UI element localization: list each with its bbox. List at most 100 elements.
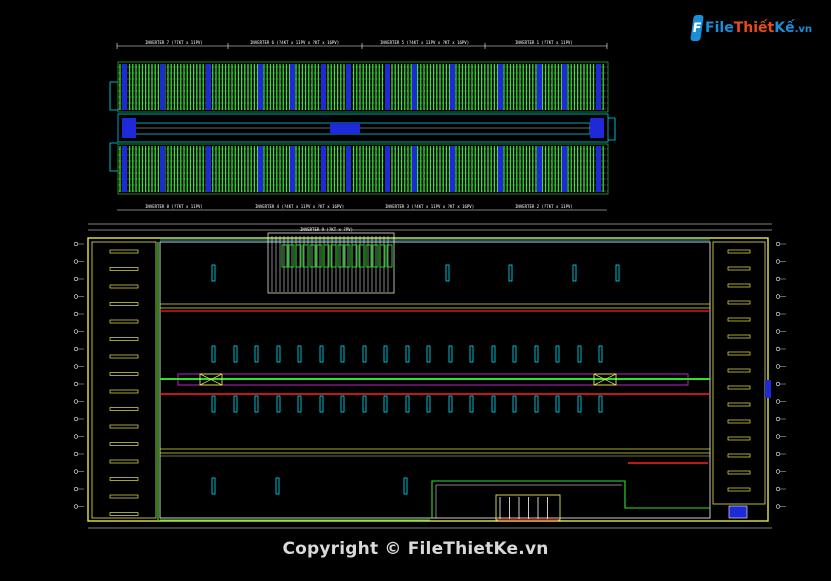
grid-bubble	[73, 416, 79, 422]
bay-marker	[109, 354, 139, 359]
inverter-panel	[281, 244, 288, 268]
bay-marker	[727, 300, 751, 305]
bay-marker	[109, 494, 139, 499]
grid-bubble	[73, 434, 79, 439]
grid-bubble	[73, 486, 79, 492]
grid-bubble	[775, 486, 781, 492]
light-fixture	[319, 345, 324, 363]
grid-bubble	[775, 381, 781, 387]
grid-bubble	[775, 241, 781, 247]
light-fixture	[276, 345, 281, 363]
grid-bubble	[775, 451, 781, 457]
bay-marker	[727, 419, 751, 424]
light-fixture	[469, 395, 474, 413]
inverter-combiner	[258, 146, 263, 192]
light-fixture	[275, 477, 280, 495]
grid-bubble	[775, 346, 781, 352]
light-fixture	[211, 477, 216, 495]
light-fixture	[445, 264, 450, 282]
light-fixture	[254, 345, 259, 363]
bay-marker	[727, 402, 751, 407]
annex-bars	[499, 497, 548, 519]
grid-bubble	[775, 469, 781, 474]
grid-bubble	[73, 469, 79, 474]
bay-marker	[727, 351, 751, 356]
inverter-label-top-1: INVERTER 7 (?7KT x 11PV)	[145, 40, 203, 45]
light-fixture	[362, 395, 367, 413]
bay-marker	[109, 372, 139, 376]
light-fixture	[319, 395, 324, 413]
inverter-9-array	[271, 236, 393, 292]
logo-name-a: Thiết	[733, 20, 775, 36]
light-fixture	[555, 395, 560, 413]
inverter-combiner	[321, 64, 326, 110]
grid-bubble	[775, 294, 781, 299]
light-fixture	[598, 345, 603, 363]
light-fixture	[555, 345, 560, 363]
grid-bubble	[73, 364, 79, 369]
bay-marker	[727, 334, 751, 339]
inverter-label-bottom-3: INVERTER 3 (?4KT x 11PV x ?KT x 16PV)	[385, 204, 474, 209]
inverter-label-top-2: INVERTER 6 (?4KT x 11PV x ?KT x 16PV)	[250, 40, 339, 45]
light-fixture	[469, 345, 474, 363]
logo-badge-icon: F	[690, 15, 704, 41]
inverter-label-bottom-2: INVERTER 4 (?4KT x 11PV x ?KT x 16PV)	[255, 204, 344, 209]
light-fixture	[512, 395, 517, 413]
grid-bubble	[73, 294, 79, 299]
bay-marker	[727, 487, 751, 492]
light-fixture	[340, 345, 345, 363]
bay-marker	[109, 442, 139, 446]
pv-module-block-lower	[117, 143, 609, 195]
inverter-combiner	[321, 146, 326, 192]
inverter-combiner	[450, 64, 455, 110]
bay-marker	[727, 453, 751, 458]
bay-marker	[727, 470, 751, 475]
inverter-panel	[316, 244, 323, 268]
inverter-combiner	[346, 64, 351, 110]
grid-bubble	[73, 346, 79, 352]
bay-marker	[727, 368, 751, 373]
bay-marker	[727, 385, 751, 390]
inverter-combiner	[562, 64, 567, 110]
inverter-combiner	[160, 146, 165, 192]
light-fixture	[405, 345, 410, 363]
bay-marker	[109, 407, 139, 411]
bay-marker	[109, 459, 139, 464]
grid-bubble	[73, 381, 79, 387]
grid-bubble	[775, 259, 781, 264]
light-fixture	[426, 395, 431, 413]
bay-marker	[109, 249, 139, 254]
inverter-combiner	[537, 64, 542, 110]
bay-marker	[109, 284, 139, 289]
pv-module-block-upper	[117, 61, 609, 113]
light-fixture	[448, 345, 453, 363]
grid-bubble	[775, 504, 781, 509]
inverter-combiner	[290, 64, 295, 110]
grid-bubble	[73, 311, 79, 317]
grid-bubble	[775, 416, 781, 422]
inverter-combiner	[346, 146, 351, 192]
inverter-panel	[288, 244, 295, 268]
light-fixture	[508, 264, 513, 282]
bay-marker	[109, 389, 139, 394]
grid-bubble	[73, 329, 79, 334]
site-logo: F FileThiếtKế.vn	[690, 12, 812, 44]
right-parking-bays	[727, 249, 751, 492]
grid-bubble	[73, 399, 79, 404]
inverter-label-bottom-4: INVERTER 2 (?7KT x 11PV)	[515, 204, 573, 209]
grid-bubble	[73, 241, 79, 247]
light-fixture	[362, 345, 367, 363]
bay-marker	[727, 317, 751, 322]
bay-marker	[109, 477, 139, 481]
logo-prefix: File	[705, 20, 734, 36]
bay-marker	[109, 302, 139, 306]
grid-bubble	[73, 259, 79, 264]
light-fixture	[426, 345, 431, 363]
inverter-combiner	[596, 64, 601, 110]
inverter-combiner	[498, 64, 503, 110]
inverter-combiner	[562, 146, 567, 192]
inverter-combiner	[385, 146, 390, 192]
inverter-combiner	[385, 64, 390, 110]
logo-text: FileThiếtKế.vn	[705, 20, 812, 36]
grid-bubble	[775, 364, 781, 369]
